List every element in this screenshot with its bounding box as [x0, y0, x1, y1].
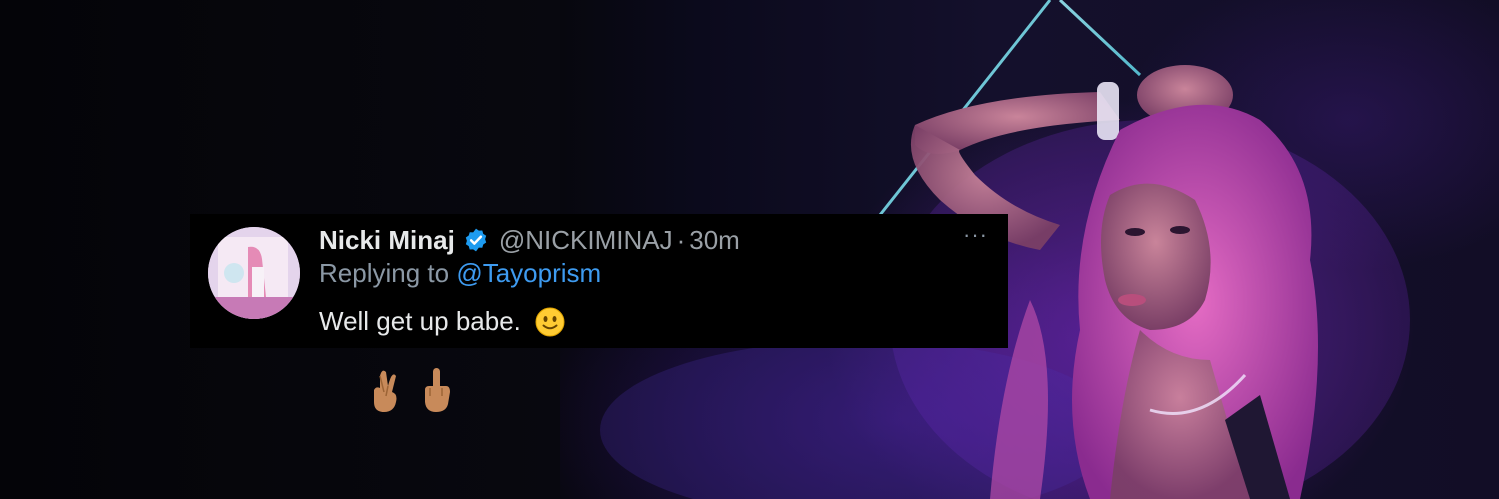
replying-prefix: Replying to	[319, 258, 450, 288]
replying-to-line: Replying to @Tayoprism	[319, 258, 601, 289]
crossed-fingers-icon	[366, 366, 406, 414]
verified-badge-icon	[463, 227, 489, 253]
avatar[interactable]	[208, 227, 300, 319]
tweet-body: Well get up babe.	[319, 306, 565, 337]
middle-finger-icon	[416, 366, 456, 414]
avatar-image	[208, 227, 300, 319]
tweet-text: Well get up babe.	[319, 306, 521, 336]
display-name[interactable]: Nicki Minaj	[319, 225, 455, 256]
hand-emojis	[366, 366, 456, 414]
replying-to-mention[interactable]: @Tayoprism	[456, 258, 601, 288]
tweet-header: Nicki Minaj @NICKIMINAJ · 30m	[319, 222, 740, 258]
more-options-icon[interactable]: ···	[963, 222, 988, 248]
tweet-card[interactable]: Nicki Minaj @NICKIMINAJ · 30m ··· Replyi…	[190, 214, 1008, 348]
slightly-smiling-face-icon	[535, 307, 565, 337]
timestamp[interactable]: 30m	[689, 225, 740, 256]
banner-image: Nicki Minaj @NICKIMINAJ · 30m ··· Replyi…	[0, 0, 1499, 499]
user-handle[interactable]: @NICKIMINAJ	[499, 225, 673, 256]
separator-dot: ·	[676, 224, 686, 255]
